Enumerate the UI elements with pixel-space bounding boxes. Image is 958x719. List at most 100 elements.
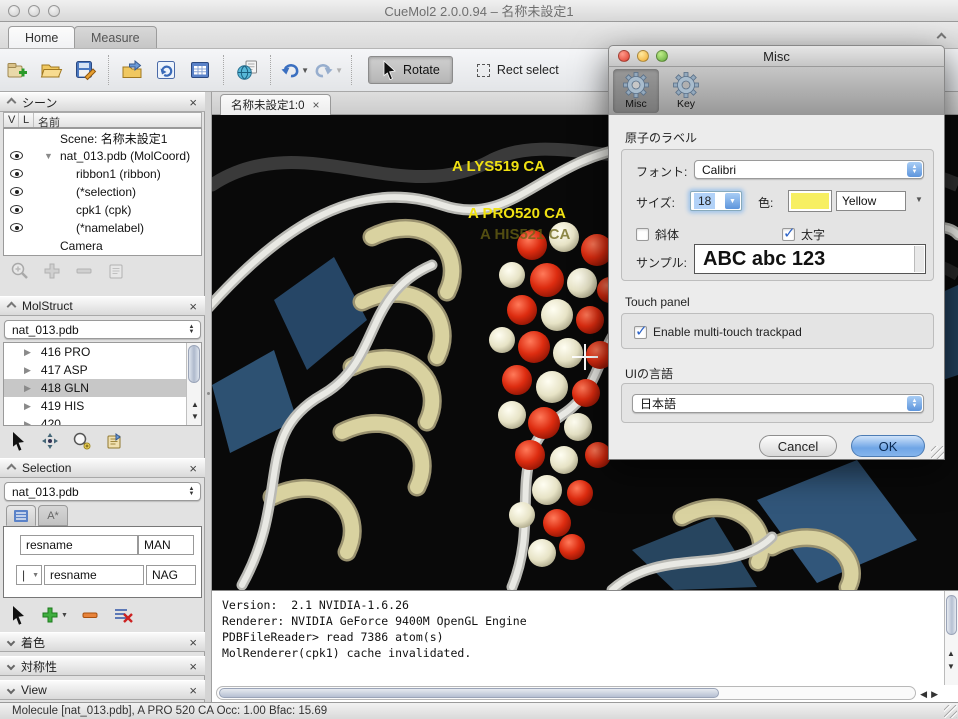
cancel-button[interactable]: Cancel [759,435,837,457]
dialog-minimize-button[interactable] [637,50,649,62]
collapse-icon[interactable] [7,463,17,473]
add-object-button[interactable] [42,261,62,281]
zoom-tool-button[interactable] [10,261,30,281]
clear-selection-button[interactable] [112,605,134,625]
close-icon[interactable]: × [189,660,197,673]
window-resize-grip[interactable] [944,705,957,718]
scrollbar-thumb[interactable] [219,688,719,698]
collapse-icon[interactable] [7,686,15,694]
residue-row[interactable]: ▶419 HIS [4,397,201,415]
tree-row-selection[interactable]: (*selection) [4,183,201,201]
bold-checkbox[interactable]: 太字 [782,226,825,243]
residue-row-selected[interactable]: ▶418 GLN [4,379,201,397]
column-name[interactable]: 名前 [34,113,201,127]
eye-icon[interactable] [10,223,23,232]
rect-select-button[interactable]: Rect select [467,56,569,84]
tree-row-ribbon[interactable]: ribbon1 (ribbon) [4,165,201,183]
eye-icon[interactable] [10,169,23,178]
properties-button[interactable] [104,431,124,451]
color-name-input[interactable]: Yellow [836,191,906,211]
disclosure-icon[interactable]: ▶ [24,347,31,358]
symmetry-panel-header[interactable]: 対称性 × [0,656,205,676]
color-swatch[interactable] [788,190,832,212]
disclosure-icon[interactable]: ▶ [24,401,31,412]
selection-panel-header[interactable]: Selection × [0,458,205,478]
view-panel-header[interactable]: View × [0,680,205,700]
scrollbar-arrows[interactable]: ▲▼ [188,399,202,423]
scrollbar-thumb[interactable] [946,595,957,635]
log-console[interactable]: Version: 2.1 NVIDIA-1.6.26 Renderer: NVI… [212,590,958,702]
dialog-tab-misc[interactable]: Misc [613,69,659,113]
redo-button[interactable]: ▼ [313,56,343,84]
eye-icon[interactable] [10,205,23,214]
zoom-residue-button[interactable] [72,431,92,451]
molstruct-scrollbar[interactable]: ▲▼ [186,343,201,425]
collapse-icon[interactable] [7,638,15,646]
scene-view-tab[interactable]: 名称未設定1:0 × [220,94,331,115]
network-open-button[interactable] [232,56,262,84]
residue-row[interactable]: ▶420 [4,415,201,426]
rotate-tool-button[interactable]: Rotate [368,56,453,84]
residue-row[interactable]: ▶417 ASP [4,361,201,379]
open-file-button[interactable] [117,56,147,84]
multitouch-checkbox[interactable]: Enable multi-touch trackpad [634,325,802,339]
dialog-close-button[interactable] [618,50,630,62]
remove-object-button[interactable] [74,261,94,281]
close-icon[interactable]: × [189,684,197,697]
ribbon-collapse-button[interactable] [938,30,952,42]
residue-row[interactable]: ▶416 PRO [4,343,201,361]
undo-button[interactable]: ▼ [279,56,309,84]
selection-field-input[interactable]: resname [20,535,138,555]
select-tool-button[interactable] [10,431,28,451]
dialog-zoom-button[interactable] [656,50,668,62]
scene-panel-header[interactable]: シーン × [0,92,205,112]
selection-list-tab[interactable] [6,505,36,526]
sidebar-splitter[interactable] [205,92,212,702]
save-scene-button[interactable] [70,56,100,84]
column-lock[interactable]: L [19,113,34,127]
close-icon[interactable]: × [189,462,197,475]
molstruct-panel-header[interactable]: MolStruct × [0,296,205,316]
dialog-resize-grip[interactable] [931,446,944,459]
color-dropdown-arrow-icon[interactable]: ▼ [915,195,923,204]
console-hscroll-arrows[interactable]: ◀▶ [920,689,942,700]
collapse-icon[interactable] [7,662,15,670]
scrollbar-thumb[interactable] [188,345,200,383]
italic-checkbox[interactable]: 斜体 [636,226,679,243]
close-icon[interactable]: × [189,96,197,109]
selection-text-tab[interactable]: A* [38,505,68,526]
embed-object-button[interactable] [185,56,215,84]
selection-field-input[interactable]: resname [44,565,144,585]
ok-button[interactable]: OK [851,435,925,457]
expand-triangle-icon[interactable]: ▼ [44,151,53,161]
font-select[interactable]: Calibri ▲▼ [694,160,924,179]
size-combo[interactable]: 18 ▼ [690,191,742,211]
collapse-icon[interactable] [7,97,17,107]
column-visible[interactable]: V [4,113,19,127]
molstruct-molecule-select[interactable]: nat_013.pdb ▲▼ [4,320,201,339]
tree-row-scene[interactable]: Scene: 名称未設定1 [4,129,201,147]
select-tool-button[interactable] [10,605,28,625]
disclosure-icon[interactable]: ▶ [24,419,31,427]
selection-value-input[interactable]: NAG [146,565,196,585]
tree-row-camera[interactable]: Camera [4,237,201,255]
console-horizontal-scrollbar[interactable] [216,686,916,700]
dropdown-arrow-icon[interactable]: ▼ [725,193,740,209]
collapse-icon[interactable] [7,301,17,311]
selection-value-input[interactable]: MAN [138,535,194,555]
open-scene-button[interactable] [36,56,66,84]
close-icon[interactable]: × [189,300,197,313]
tab-home[interactable]: Home [8,26,75,48]
close-tab-icon[interactable]: × [313,98,320,112]
new-scene-button[interactable] [2,56,32,84]
refresh-button[interactable] [151,56,181,84]
remove-term-button[interactable] [80,605,100,625]
properties-button[interactable] [106,261,126,281]
tree-row-molecule[interactable]: ▼nat_013.pdb (MolCoord) [4,147,201,165]
dialog-tab-key[interactable]: Key [663,69,709,113]
disclosure-icon[interactable]: ▶ [24,383,31,394]
tree-row-namelabel[interactable]: (*namelabel) [4,219,201,237]
eye-icon[interactable] [10,187,23,196]
color-panel-header[interactable]: 着色 × [0,632,205,652]
undo-dropdown-arrow[interactable]: ▼ [301,66,309,75]
